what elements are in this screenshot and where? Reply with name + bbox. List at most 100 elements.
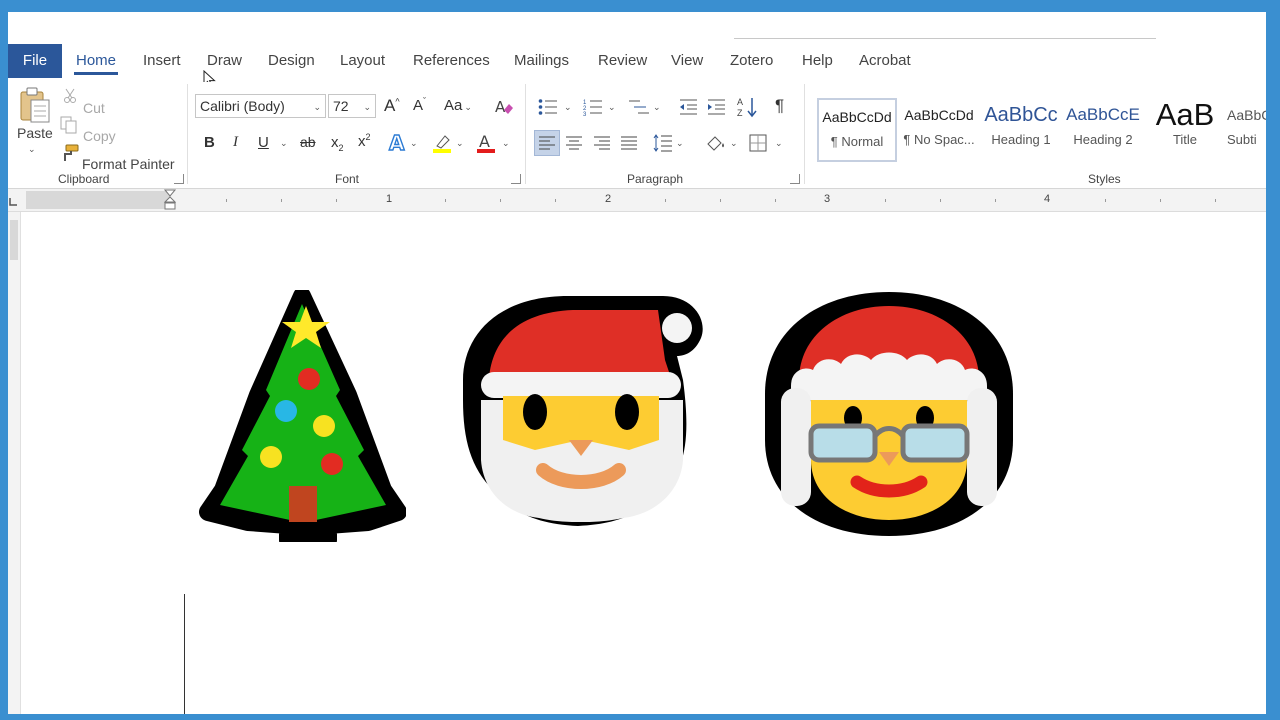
tab-acrobat[interactable]: Acrobat	[857, 44, 913, 78]
chevron-down-icon[interactable]: ⌄	[502, 138, 510, 149]
italic-button[interactable]: I	[233, 134, 238, 151]
paragraph-dialog-launcher[interactable]	[790, 174, 800, 184]
tab-design[interactable]: Design	[266, 44, 317, 78]
line-spacing-icon[interactable]	[653, 133, 673, 153]
cut-icon[interactable]	[63, 88, 77, 104]
tab-mailings[interactable]: Mailings	[512, 44, 571, 78]
chevron-down-icon[interactable]: ⌄	[608, 102, 616, 113]
ruler-tick	[775, 199, 776, 202]
group-separator	[804, 84, 805, 184]
font-dialog-launcher[interactable]	[511, 174, 521, 184]
chevron-down-icon[interactable]: ⌄	[564, 102, 572, 113]
align-left-button[interactable]	[534, 130, 560, 156]
tab-insert[interactable]: Insert	[141, 44, 183, 78]
svg-text:A: A	[479, 132, 490, 151]
svg-text:A: A	[495, 98, 506, 116]
style-sample: AaBbCcE	[1066, 105, 1140, 124]
style-sample: AaBbC	[1227, 107, 1266, 123]
tab-zotero[interactable]: Zotero	[728, 44, 775, 78]
tab-file[interactable]: File	[8, 44, 62, 78]
bold-button[interactable]: B	[204, 134, 215, 151]
shading-icon[interactable]	[704, 132, 726, 154]
chevron-down-icon: ⌄	[313, 102, 321, 112]
chevron-down-icon[interactable]: ⌄	[410, 138, 418, 149]
chevron-down-icon[interactable]: ⌄	[775, 138, 783, 149]
style-subtitle[interactable]: AaBbC Subti	[1227, 98, 1266, 162]
increase-indent-icon[interactable]	[706, 98, 726, 116]
ruler-tick	[665, 199, 666, 202]
ruler-tick	[1160, 199, 1161, 202]
copy-icon[interactable]	[60, 116, 78, 134]
tab-references[interactable]: References	[411, 44, 492, 78]
underline-button[interactable]: U	[258, 134, 269, 151]
multilevel-list-icon[interactable]	[628, 98, 650, 116]
paste-icon[interactable]	[18, 86, 52, 124]
format-painter-button[interactable]: Format Painter	[82, 156, 175, 172]
highlight-icon[interactable]	[431, 132, 453, 154]
style-name: Subti	[1227, 132, 1257, 147]
style-title[interactable]: AaB Title	[1145, 98, 1225, 162]
format-painter-icon[interactable]	[60, 144, 80, 162]
copy-button[interactable]: Copy	[83, 128, 116, 144]
chevron-down-icon: ⌄	[363, 102, 371, 112]
font-color-icon[interactable]: A	[476, 132, 496, 154]
chevron-down-icon[interactable]: ⌄	[730, 138, 738, 149]
document-page[interactable]	[21, 212, 1266, 714]
shrink-font-icon[interactable]: Aˇ	[413, 96, 426, 114]
chevron-down-icon[interactable]: ⌄	[653, 102, 661, 113]
numbering-icon[interactable]: 1 2 3	[583, 98, 603, 116]
font-size-value: 72	[333, 98, 349, 114]
christmas-tree-emoji	[199, 290, 406, 542]
style-name: Title	[1172, 132, 1198, 147]
tab-layout[interactable]: Layout	[338, 44, 387, 78]
decrease-indent-icon[interactable]	[678, 98, 698, 116]
align-right-icon[interactable]	[594, 136, 610, 150]
align-center-icon[interactable]	[566, 136, 582, 150]
align-left-icon	[539, 136, 555, 150]
style-sample: AaBbCcDd	[904, 107, 974, 123]
tab-view[interactable]: View	[669, 44, 705, 78]
chevron-down-icon[interactable]: ⌄	[280, 138, 288, 149]
styles-group-label: Styles	[1088, 172, 1121, 186]
grow-font-icon[interactable]: A^	[384, 96, 400, 116]
style-no-spacing[interactable]: AaBbCcDd ¶ No Spac...	[899, 98, 979, 162]
ribbon-home: Paste ⌄ Cut Copy Format Painter Clipboar…	[8, 82, 1266, 189]
ruler-tick	[336, 199, 337, 202]
ruler-tick	[1105, 199, 1106, 202]
text-effects-icon[interactable]: A	[388, 132, 408, 154]
clear-formatting-icon[interactable]: A	[494, 98, 514, 116]
chevron-down-icon[interactable]: ⌄	[676, 138, 684, 149]
sort-icon[interactable]: AZ	[737, 96, 759, 118]
chevron-down-icon[interactable]: ⌄	[456, 138, 464, 149]
superscript-button[interactable]: x2	[358, 132, 371, 150]
vertical-ruler[interactable]	[8, 212, 21, 714]
style-heading-2[interactable]: AaBbCcE Heading 2	[1063, 98, 1143, 162]
change-case-button[interactable]: Aa ⌄	[444, 97, 472, 114]
search-box[interactable]	[734, 26, 1156, 39]
ruler-number: 2	[605, 193, 612, 205]
font-name-dropdown[interactable]: Calibri (Body) ⌄	[195, 94, 326, 118]
justify-icon[interactable]	[621, 136, 637, 150]
show-formatting-marks-button[interactable]: ¶	[775, 96, 784, 116]
subscript-button[interactable]: x2	[331, 134, 344, 153]
bullets-icon[interactable]	[538, 98, 558, 116]
word-window: File Home Insert Draw Design Layout Refe…	[8, 12, 1266, 714]
tab-help[interactable]: Help	[800, 44, 835, 78]
tab-home[interactable]: Home	[74, 44, 119, 78]
tab-selector-icon[interactable]	[8, 197, 18, 207]
cut-button[interactable]: Cut	[83, 100, 105, 116]
strikethrough-button[interactable]: ab	[300, 134, 316, 150]
font-size-dropdown[interactable]: 72 ⌄	[328, 94, 376, 118]
indent-marker-icon[interactable]	[164, 189, 176, 211]
ruler-tick	[281, 199, 282, 202]
borders-icon[interactable]	[749, 134, 767, 152]
ruler-tick	[995, 199, 996, 202]
paste-dropdown-arrow[interactable]: ⌄	[28, 144, 36, 155]
paste-label[interactable]: Paste	[17, 125, 53, 141]
style-normal[interactable]: AaBbCcDd ¶ Normal	[817, 98, 897, 162]
clipboard-dialog-launcher[interactable]	[174, 174, 184, 184]
style-heading-1[interactable]: AaBbCc Heading 1	[981, 98, 1061, 162]
tab-review[interactable]: Review	[596, 44, 649, 78]
horizontal-ruler[interactable]: 1 2 3 4	[8, 189, 1266, 212]
svg-text:3: 3	[583, 112, 587, 116]
